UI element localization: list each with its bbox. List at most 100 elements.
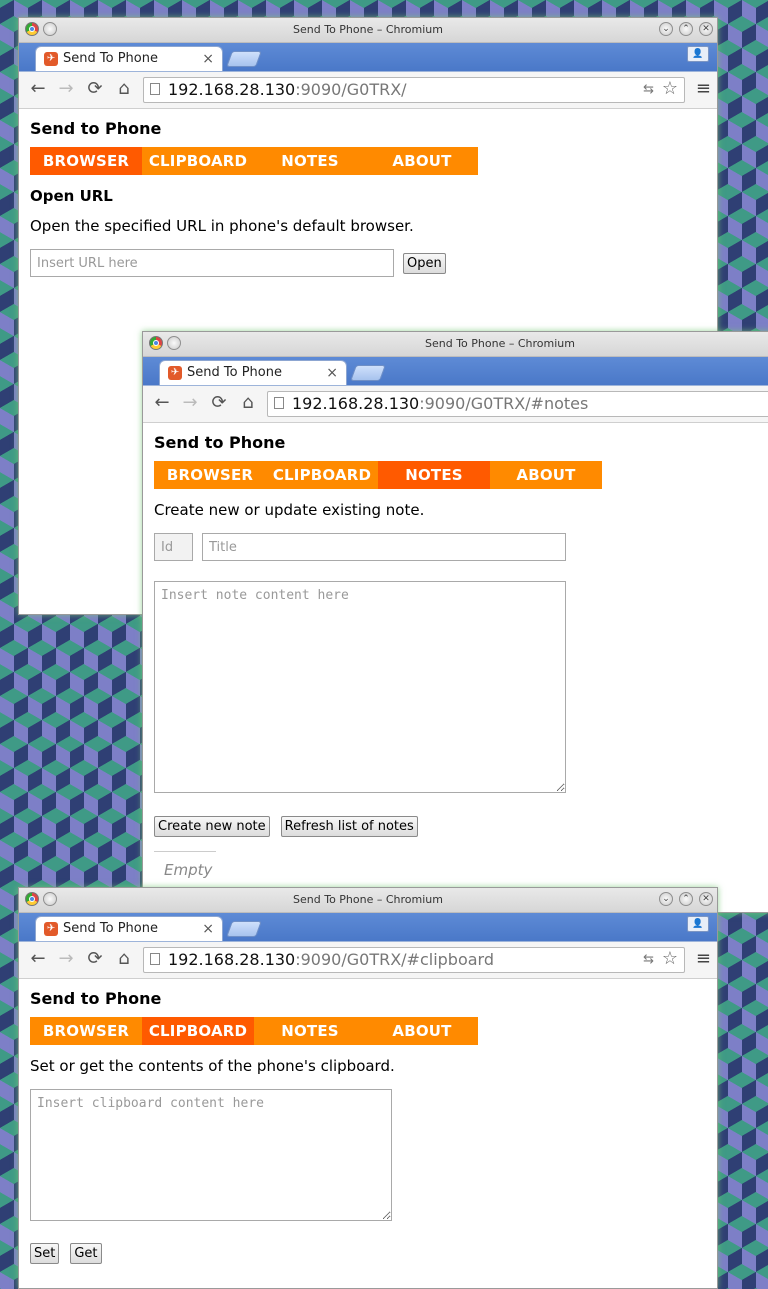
tab-browser[interactable]: BROWSER bbox=[30, 1017, 142, 1045]
tab-close-icon[interactable]: × bbox=[202, 917, 214, 941]
browser-toolbar: ← → ⟳ ⌂ 192.168.28.130:9090/G0TRX/#clipb… bbox=[19, 942, 717, 979]
address-bar[interactable]: 192.168.28.130:9090/G0TRX/#notes bbox=[267, 391, 768, 417]
chromium-logo-icon bbox=[149, 336, 163, 350]
url-path: :9090/G0TRX/#notes bbox=[419, 394, 589, 413]
section-description: Set or get the contents of the phone's c… bbox=[30, 1057, 395, 1075]
notes-list: Empty bbox=[154, 851, 216, 888]
close-window-icon[interactable]: ✕ bbox=[699, 22, 713, 36]
forward-icon[interactable]: → bbox=[179, 392, 201, 414]
window-menu-icon[interactable] bbox=[167, 336, 181, 350]
get-button[interactable]: Get bbox=[70, 1243, 102, 1264]
url-input[interactable] bbox=[30, 249, 394, 277]
open-button[interactable]: Open bbox=[403, 252, 446, 274]
tab-title: Send To Phone bbox=[63, 921, 158, 936]
note-content-textarea[interactable] bbox=[154, 581, 566, 793]
url-host: 192.168.28.130 bbox=[168, 950, 296, 969]
note-title-input[interactable] bbox=[202, 533, 566, 561]
chromium-logo-icon bbox=[25, 22, 39, 36]
page-title: Send to Phone bbox=[154, 433, 286, 452]
url-host: 192.168.28.130 bbox=[168, 80, 296, 99]
browser-tab[interactable]: ✈ Send To Phone × bbox=[159, 360, 347, 385]
window-title: Send To Phone – Chromium bbox=[293, 893, 443, 906]
create-note-button[interactable]: Create new note bbox=[154, 816, 270, 837]
nav-tabs: BROWSER CLIPBOARD NOTES ABOUT bbox=[30, 1017, 478, 1045]
tab-about[interactable]: ABOUT bbox=[366, 147, 478, 175]
profile-icon[interactable]: 👤 bbox=[687, 46, 709, 62]
tab-notes[interactable]: NOTES bbox=[378, 461, 490, 489]
tab-title: Send To Phone bbox=[63, 51, 158, 66]
nav-tabs: BROWSER CLIPBOARD NOTES ABOUT bbox=[30, 147, 478, 175]
tab-about[interactable]: ABOUT bbox=[490, 461, 602, 489]
page-title: Send to Phone bbox=[30, 119, 162, 138]
forward-icon[interactable]: → bbox=[55, 78, 77, 100]
back-icon[interactable]: ← bbox=[27, 948, 49, 970]
clipboard-textarea[interactable] bbox=[30, 1089, 392, 1221]
new-tab-button[interactable] bbox=[350, 365, 386, 381]
bookmark-star-icon[interactable]: ☆ bbox=[662, 948, 678, 971]
back-icon[interactable]: ← bbox=[27, 78, 49, 100]
tab-title: Send To Phone bbox=[187, 365, 282, 380]
tab-clipboard[interactable]: CLIPBOARD bbox=[266, 461, 378, 489]
address-bar[interactable]: 192.168.28.130:9090/G0TRX/ ⇆ ☆ bbox=[143, 77, 685, 103]
tab-notes[interactable]: NOTES bbox=[254, 1017, 366, 1045]
reload-icon[interactable]: ⟳ bbox=[84, 948, 106, 970]
section-description: Open the specified URL in phone's defaul… bbox=[30, 217, 414, 235]
browser-window-3: Send To Phone – Chromium ⌄ ⌃ ✕ ✈ Send To… bbox=[18, 887, 718, 1289]
empty-notes-text: Empty bbox=[164, 861, 213, 879]
tab-strip: ✈ Send To Phone × 👤 bbox=[19, 43, 717, 72]
minimize-icon[interactable]: ⌄ bbox=[659, 22, 673, 36]
window-menu-icon[interactable] bbox=[43, 892, 57, 906]
page-content: Send to Phone BROWSER CLIPBOARD NOTES AB… bbox=[19, 109, 717, 287]
bookmark-star-icon[interactable]: ☆ bbox=[662, 78, 678, 101]
home-icon[interactable]: ⌂ bbox=[113, 948, 135, 970]
page-content: Send to Phone BROWSER CLIPBOARD NOTES AB… bbox=[143, 423, 768, 898]
translate-icon[interactable]: ⇆ bbox=[643, 78, 654, 102]
favicon-icon: ✈ bbox=[44, 922, 58, 936]
window-title: Send To Phone – Chromium bbox=[425, 337, 575, 350]
tab-close-icon[interactable]: × bbox=[202, 47, 214, 71]
home-icon[interactable]: ⌂ bbox=[113, 78, 135, 100]
browser-tab[interactable]: ✈ Send To Phone × bbox=[35, 46, 223, 71]
tab-clipboard[interactable]: CLIPBOARD bbox=[142, 1017, 254, 1045]
maximize-icon[interactable]: ⌃ bbox=[679, 892, 693, 906]
profile-icon[interactable]: 👤 bbox=[687, 916, 709, 932]
maximize-icon[interactable]: ⌃ bbox=[679, 22, 693, 36]
url-path: :9090/G0TRX/#clipboard bbox=[295, 950, 495, 969]
close-window-icon[interactable]: ✕ bbox=[699, 892, 713, 906]
menu-icon[interactable]: ≡ bbox=[696, 948, 711, 969]
translate-icon[interactable]: ⇆ bbox=[643, 948, 654, 972]
menu-icon[interactable]: ≡ bbox=[696, 78, 711, 99]
page-content: Send to Phone BROWSER CLIPBOARD NOTES AB… bbox=[19, 979, 717, 1274]
nav-tabs: BROWSER CLIPBOARD NOTES ABOUT bbox=[154, 461, 602, 489]
title-bar[interactable]: Send To Phone – Chromium ⌄ ⌃ ✕ bbox=[19, 18, 717, 43]
tab-close-icon[interactable]: × bbox=[326, 361, 338, 385]
url-host: 192.168.28.130 bbox=[292, 394, 420, 413]
tab-clipboard[interactable]: CLIPBOARD bbox=[142, 147, 254, 175]
new-tab-button[interactable] bbox=[226, 51, 262, 67]
reload-icon[interactable]: ⟳ bbox=[208, 392, 230, 414]
title-bar[interactable]: Send To Phone – Chromium ⌄ ⌃ ✕ bbox=[19, 888, 717, 913]
tab-browser[interactable]: BROWSER bbox=[154, 461, 266, 489]
favicon-icon: ✈ bbox=[168, 366, 182, 380]
note-id-input[interactable] bbox=[154, 533, 193, 561]
forward-icon[interactable]: → bbox=[55, 948, 77, 970]
tab-about[interactable]: ABOUT bbox=[366, 1017, 478, 1045]
browser-tab[interactable]: ✈ Send To Phone × bbox=[35, 916, 223, 941]
back-icon[interactable]: ← bbox=[151, 392, 173, 414]
tab-strip: ✈ Send To Phone × 👤 bbox=[19, 913, 717, 942]
tab-notes[interactable]: NOTES bbox=[254, 147, 366, 175]
favicon-icon: ✈ bbox=[44, 52, 58, 66]
set-button[interactable]: Set bbox=[30, 1243, 60, 1264]
browser-toolbar: ← → ⟳ ⌂ 192.168.28.130:9090/G0TRX/#notes bbox=[143, 386, 768, 423]
home-icon[interactable]: ⌂ bbox=[237, 392, 259, 414]
address-bar[interactable]: 192.168.28.130:9090/G0TRX/#clipboard ⇆ ☆ bbox=[143, 947, 685, 973]
browser-window-2: Send To Phone – Chromium ✈ Send To Phone… bbox=[142, 331, 768, 913]
refresh-notes-button[interactable]: Refresh list of notes bbox=[280, 816, 418, 837]
minimize-icon[interactable]: ⌄ bbox=[659, 892, 673, 906]
window-menu-icon[interactable] bbox=[43, 22, 57, 36]
reload-icon[interactable]: ⟳ bbox=[84, 78, 106, 100]
section-title: Open URL bbox=[30, 187, 113, 205]
tab-browser[interactable]: BROWSER bbox=[30, 147, 142, 175]
new-tab-button[interactable] bbox=[226, 921, 262, 937]
title-bar[interactable]: Send To Phone – Chromium bbox=[143, 332, 768, 357]
